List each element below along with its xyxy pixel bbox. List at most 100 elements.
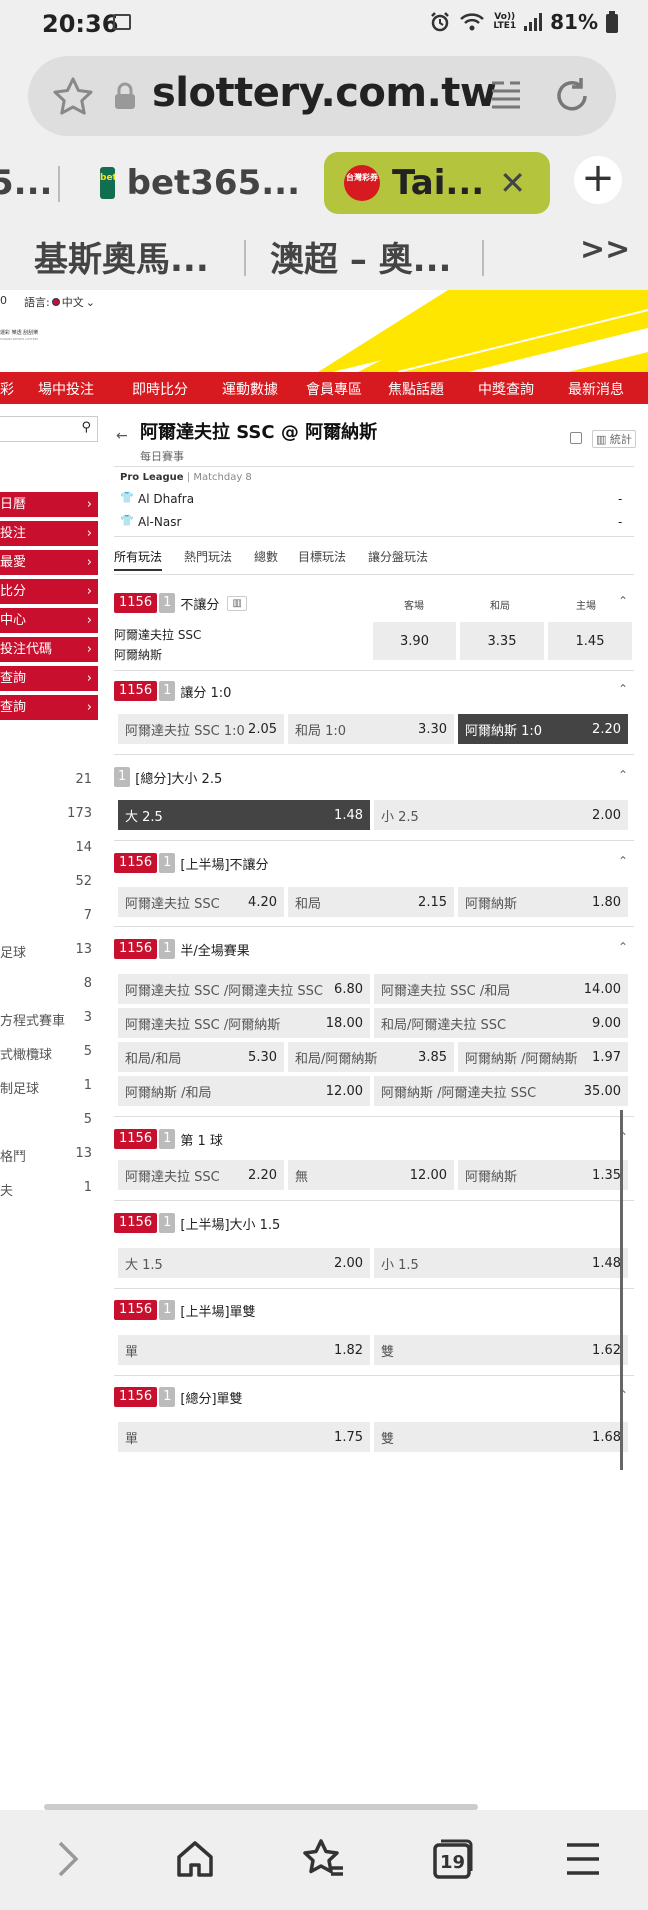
market-header-total-odd-even[interactable]: 11561 [總分]單雙 ⌃ (114, 1382, 634, 1412)
odds-cell[interactable]: 和局/阿爾納斯 3.85 (288, 1042, 454, 1072)
market-header-first-goal[interactable]: 11561 第 1 球 ⌃ (114, 1124, 634, 1154)
odds-cell[interactable]: 單 1.75 (118, 1422, 370, 1452)
odds-cell[interactable]: 阿爾納斯 /阿爾達夫拉 SSC 35.00 (374, 1076, 628, 1106)
market-header-total[interactable]: 1 [總分]大小 2.5 ⌃ (114, 762, 634, 792)
odds-label: 阿爾達夫拉 SSC (125, 896, 220, 912)
sidebar-menu-item[interactable]: 投注代碼 › (0, 637, 98, 662)
matchday: Matchday 8 (193, 472, 252, 483)
odds-cell[interactable]: 阿爾納斯 /阿爾納斯 1.97 (458, 1042, 628, 1072)
chevron-up-icon[interactable]: ⌃ (618, 940, 628, 954)
menu-button[interactable] (558, 1834, 608, 1884)
odds-cell[interactable]: 阿爾納斯 /和局 12.00 (118, 1076, 370, 1106)
chevron-up-icon[interactable]: ⌃ (618, 854, 628, 868)
chevron-up-icon[interactable]: ⌃ (618, 594, 628, 608)
sidebar-menu-item[interactable]: 比分 › (0, 579, 98, 604)
bookmarks-button[interactable] (298, 1834, 348, 1884)
odds-cell[interactable]: 和局/和局 5.30 (118, 1042, 284, 1072)
site-logo[interactable]: 運彩 樂透 刮刮樂 TAIWAN SPORTS LOTTERY (0, 330, 70, 342)
nav-item[interactable]: 彩 (0, 379, 14, 399)
stats-button[interactable]: ▥ 統計 (592, 430, 636, 448)
odds-cell[interactable]: 阿爾達夫拉 SSC 2.20 (118, 1160, 284, 1190)
nav-item[interactable]: 焦點話題 (388, 379, 444, 399)
odds-cell[interactable]: 阿爾納斯 1.80 (458, 887, 628, 917)
market-code: 1156 (114, 593, 158, 613)
sport-count: 21 (75, 772, 92, 787)
inner-scrollbar[interactable] (620, 1110, 623, 1470)
divider (114, 466, 634, 467)
sport-count: 1 (83, 1078, 92, 1093)
market-tab-popular[interactable]: 熱門玩法 (184, 548, 232, 565)
reader-mode-icon[interactable] (490, 78, 522, 110)
odds-cell-selected[interactable]: 阿爾納斯 1:0 2.20 (458, 714, 628, 744)
market-header-first-half-odd-even[interactable]: 1156 1 [上半場]單雙 (114, 1295, 634, 1325)
home-button[interactable] (170, 1834, 220, 1884)
sidebar-menu-item[interactable]: 查詢 › (0, 695, 98, 720)
chevron-up-icon[interactable]: ⌃ (618, 768, 628, 782)
tabs-button[interactable]: 19 (428, 1834, 478, 1884)
bookmark-2[interactable]: 澳超 – 奧... (270, 232, 451, 281)
nav-item[interactable]: 運動數據 (222, 379, 278, 399)
market-tab-goals[interactable]: 目標玩法 (298, 548, 346, 565)
nav-item[interactable]: 會員專區 (306, 379, 362, 399)
sidebar-menu-label: 投注代碼 (0, 642, 53, 657)
market-tab-handicap[interactable]: 讓分盤玩法 (368, 548, 428, 565)
odds-cell[interactable]: 雙 1.68 (374, 1422, 628, 1452)
address-bar[interactable]: slottery.com.tw (28, 56, 616, 136)
sidebar-menu-item[interactable]: 查詢 › (0, 666, 98, 691)
odds-cell[interactable]: 阿爾達夫拉 SSC /和局 14.00 (374, 974, 628, 1004)
market-header-first-half-moneyline[interactable]: 1156 1 [上半場]不讓分 ⌃ (114, 848, 634, 878)
scoreboard-icon[interactable] (570, 432, 582, 444)
odds-cell[interactable]: 和局 1:0 3.30 (288, 714, 454, 744)
odds-cell[interactable]: 小 2.5 2.00 (374, 800, 628, 830)
nav-item[interactable]: 中獎查詢 (478, 379, 534, 399)
odds-away[interactable]: 3.90 (373, 622, 456, 660)
sidebar-search[interactable]: ⚲ (0, 416, 98, 442)
bookmark-1[interactable]: 基斯奧馬... (34, 232, 209, 281)
odds-draw[interactable]: 3.35 (460, 622, 544, 660)
odds-cell[interactable]: 雙 1.62 (374, 1335, 628, 1365)
odds-cell[interactable]: 大 1.5 2.00 (118, 1248, 370, 1278)
odds-cell[interactable]: 阿爾達夫拉 SSC /阿爾納斯 18.00 (118, 1008, 370, 1038)
tab-3-active[interactable]: 台灣彩券 Tai... ✕ (324, 152, 550, 214)
team1-name: Al Dhafra (138, 492, 195, 506)
forward-button[interactable] (42, 1834, 92, 1884)
odds-cell[interactable]: 無 12.00 (288, 1160, 454, 1190)
sidebar-menu-item[interactable]: 投注 › (0, 521, 98, 546)
sport-count: 52 (75, 874, 92, 889)
nav-item[interactable]: 即時比分 (132, 379, 188, 399)
tab-2[interactable]: bet365 bet365... (100, 152, 300, 214)
odds-cell[interactable]: 小 1.5 1.48 (374, 1248, 628, 1278)
bet-assist-button[interactable]: ▥ (227, 595, 247, 611)
search-icon[interactable]: ⚲ (81, 420, 91, 435)
market-header-handicap[interactable]: 1156 1 讓分 1:0 ⌃ (114, 676, 634, 706)
sidebar-menu-item[interactable]: 中心 › (0, 608, 98, 633)
market-header-ht-ft[interactable]: 1156 1 半/全場賽果 ⌃ (114, 934, 634, 964)
star-bookmark-icon[interactable] (52, 76, 94, 116)
bookmarks-more-icon[interactable]: >> (580, 232, 630, 267)
nav-item[interactable]: 最新消息 (568, 379, 624, 399)
odds-cell[interactable]: 阿爾納斯 1.35 (458, 1160, 628, 1190)
odds-cell[interactable]: 和局/阿爾達夫拉 SSC 9.00 (374, 1008, 628, 1038)
tab-1[interactable]: 5... (0, 152, 52, 214)
odds-cell[interactable]: 阿爾達夫拉 SSC /阿爾達夫拉 SSC 6.80 (118, 974, 370, 1004)
close-tab-icon[interactable]: ✕ (499, 164, 526, 202)
market-header-moneyline[interactable]: 1156 1 不讓分 ▥ 客場 和局 主場 ⌃ (114, 588, 634, 618)
market-header-first-half-total[interactable]: 1156 1 [上半場]大小 1.5 (114, 1208, 634, 1238)
header-prefix: 0 (0, 294, 7, 307)
chevron-up-icon[interactable]: ⌃ (618, 682, 628, 696)
language-selector[interactable]: 語言: 中文 ⌄ (24, 294, 95, 310)
market-tab-totals[interactable]: 總數 (254, 548, 278, 565)
odds-cell-selected[interactable]: 大 2.5 1.48 (118, 800, 370, 830)
odds-cell[interactable]: 阿爾達夫拉 SSC 4.20 (118, 887, 284, 917)
odds-cell[interactable]: 和局 2.15 (288, 887, 454, 917)
sidebar-menu-item[interactable]: 最愛 › (0, 550, 98, 575)
odds-home[interactable]: 1.45 (548, 622, 632, 660)
market-tab-all[interactable]: 所有玩法 (114, 548, 163, 571)
nav-item[interactable]: 場中投注 (38, 379, 94, 399)
odds-cell[interactable]: 阿爾達夫拉 SSC 1:0 2.05 (118, 714, 284, 744)
new-tab-button[interactable]: + (574, 156, 622, 204)
sidebar-menu-item[interactable]: 日曆 › (0, 492, 98, 517)
reload-icon[interactable] (552, 74, 592, 116)
odds-cell[interactable]: 單 1.82 (118, 1335, 370, 1365)
back-arrow-icon[interactable]: ← (116, 428, 128, 444)
